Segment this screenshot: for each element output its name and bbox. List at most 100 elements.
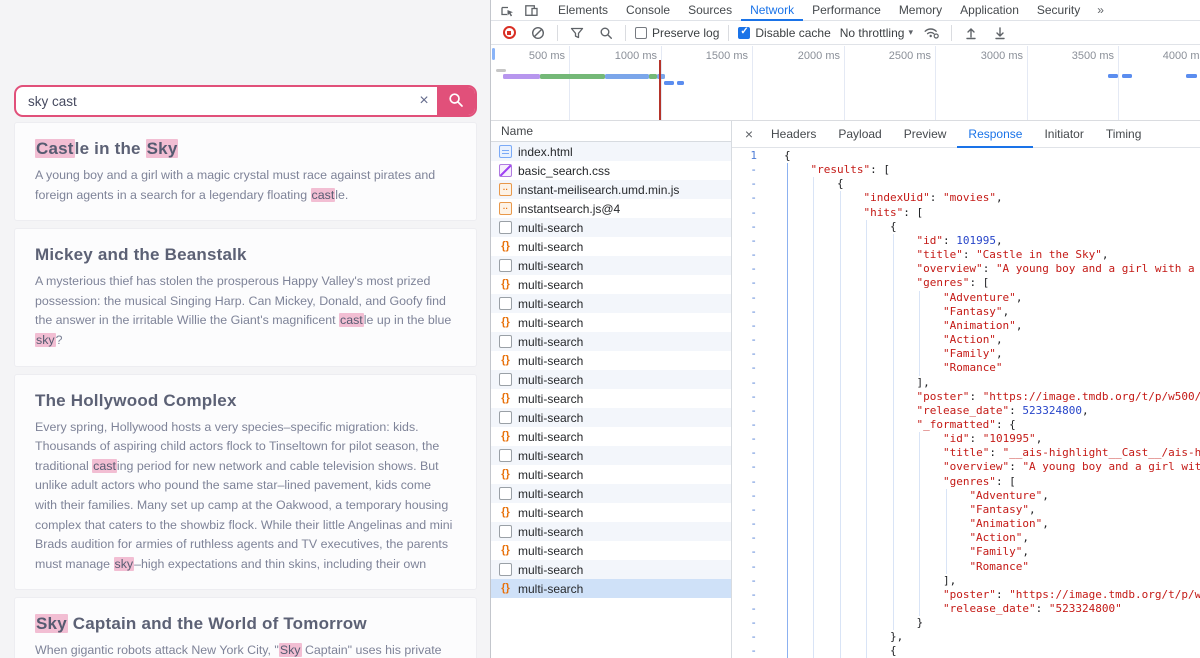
line-number-gutter: - [732, 404, 766, 418]
devtools-tab-sources[interactable]: Sources [679, 0, 741, 21]
search-hit-card[interactable]: Castle in the SkyA young boy and a girl … [14, 122, 477, 221]
detail-tab-initiator[interactable]: Initiator [1033, 121, 1094, 148]
record-network-log-button[interactable] [499, 24, 519, 42]
overview-drag-handle[interactable] [492, 48, 495, 60]
search-network-icon[interactable] [596, 24, 616, 42]
network-request-row[interactable]: {}multi-search [491, 503, 731, 522]
text-segment: When gigantic robots attack New York Cit… [35, 643, 279, 657]
network-request-row[interactable]: {}multi-search [491, 237, 731, 256]
preserve-log-checkbox[interactable]: Preserve log [635, 26, 719, 40]
network-request-row[interactable]: {}multi-search [491, 465, 731, 484]
network-request-row[interactable]: multi-search [491, 256, 731, 275]
indent-guide [866, 460, 867, 474]
response-json-viewer[interactable]: 1{- "results": [- {- "indexUid": "movies… [732, 148, 1200, 658]
request-name: multi-search [518, 563, 583, 577]
network-request-row[interactable]: ··instantsearch.js@4 [491, 199, 731, 218]
network-overview-timeline[interactable]: 500 ms1000 ms1500 ms2000 ms2500 ms3000 m… [491, 46, 1200, 121]
network-request-row[interactable]: multi-search [491, 522, 731, 541]
device-toolbar-icon[interactable] [521, 1, 541, 19]
indent-guide [787, 234, 788, 248]
indent-guide [946, 560, 947, 574]
request-name: multi-search [518, 278, 583, 292]
request-name: multi-search [518, 373, 583, 387]
devtools-tab-application[interactable]: Application [951, 0, 1028, 21]
network-request-row[interactable]: multi-search [491, 370, 731, 389]
indent-guide [840, 560, 841, 574]
network-request-row[interactable]: {}multi-search [491, 275, 731, 294]
request-name: multi-search [518, 468, 583, 482]
filter-icon[interactable] [567, 24, 587, 42]
devtools-tab-console[interactable]: Console [617, 0, 679, 21]
inspect-element-icon[interactable] [497, 1, 517, 19]
timeline-tick-label: 3500 ms [1072, 50, 1114, 62]
search-hit-card[interactable]: Mickey and the BeanstalkA mysterious thi… [14, 228, 477, 366]
stylesheet-file-icon [499, 164, 512, 177]
detail-tabs-holder: HeadersPayloadPreviewResponseInitiatorTi… [760, 121, 1152, 148]
highlighted-match: Sky [279, 643, 302, 657]
throttling-dropdown[interactable]: No throttling ▾ [840, 26, 913, 40]
network-request-row[interactable]: basic_search.css [491, 161, 731, 180]
detail-tab-payload[interactable]: Payload [827, 121, 892, 148]
response-line: - "Adventure", [732, 291, 1200, 305]
waterfall-bar [496, 69, 506, 72]
network-request-row[interactable]: multi-search [491, 294, 731, 313]
fetch-file-icon: {} [499, 582, 512, 595]
highlighted-match: Sky [35, 614, 68, 633]
search-submit-button[interactable] [437, 87, 475, 115]
search-hit-card[interactable]: The Hollywood ComplexEvery spring, Holly… [14, 374, 477, 591]
network-request-row[interactable]: index.html [491, 142, 731, 161]
indent-guide [840, 206, 841, 220]
hit-title: Mickey and the Beanstalk [35, 245, 456, 265]
indent-guide [893, 319, 894, 333]
close-icon[interactable]: × [738, 126, 760, 142]
request-name: multi-search [518, 506, 583, 520]
network-request-row[interactable]: {}multi-search [491, 313, 731, 332]
timeline-tick-label: 500 ms [529, 50, 565, 62]
network-request-row[interactable]: {}multi-search [491, 579, 731, 598]
clear-network-log-button[interactable] [528, 24, 548, 42]
indent-guide [813, 347, 814, 361]
export-har-icon[interactable] [990, 24, 1010, 42]
response-line: - "Fantasy", [732, 305, 1200, 319]
network-request-row[interactable]: multi-search [491, 408, 731, 427]
response-line: - "Action", [732, 333, 1200, 347]
indent-guide [787, 588, 788, 602]
search-input[interactable] [16, 87, 411, 115]
text-segment: Mickey and the Beanstalk [35, 245, 247, 264]
network-request-row[interactable]: {}multi-search [491, 427, 731, 446]
detail-tab-response[interactable]: Response [957, 121, 1033, 148]
indent-guide [840, 630, 841, 644]
network-request-row[interactable]: ··instant-meilisearch.umd.min.js [491, 180, 731, 199]
network-request-row[interactable]: multi-search [491, 218, 731, 237]
devtools-tab-security[interactable]: Security [1028, 0, 1089, 21]
indent-guide [919, 333, 920, 347]
network-request-row[interactable]: multi-search [491, 332, 731, 351]
detail-tab-preview[interactable]: Preview [893, 121, 958, 148]
network-conditions-icon[interactable] [922, 24, 942, 42]
indent-guide [840, 574, 841, 588]
devtools-tab-network[interactable]: Network [741, 0, 803, 21]
network-request-row[interactable]: {}multi-search [491, 389, 731, 408]
detail-tab-timing[interactable]: Timing [1095, 121, 1153, 148]
network-request-row[interactable]: multi-search [491, 560, 731, 579]
response-line: - "release_date": 523324800, [732, 404, 1200, 418]
network-request-row[interactable]: multi-search [491, 446, 731, 465]
more-tabs-button[interactable]: » [1089, 3, 1113, 17]
text-segment: Captain and the World of Tomorrow [68, 614, 367, 633]
devtools-tab-elements[interactable]: Elements [549, 0, 617, 21]
network-request-row[interactable]: {}multi-search [491, 541, 731, 560]
detail-tab-headers[interactable]: Headers [760, 121, 827, 148]
devtools-tab-performance[interactable]: Performance [803, 0, 890, 21]
network-request-row[interactable]: multi-search [491, 484, 731, 503]
requests-name-column-header[interactable]: Name [491, 121, 731, 142]
search-clear-button[interactable]: × [411, 87, 437, 115]
indent-guide [840, 588, 841, 602]
indent-guide [893, 588, 894, 602]
highlighted-match: cast [92, 459, 117, 473]
search-hit-card[interactable]: Sky Captain and the World of Tomorrow Whe… [14, 597, 477, 658]
import-har-icon[interactable] [961, 24, 981, 42]
network-request-row[interactable]: {}multi-search [491, 351, 731, 370]
disable-cache-checkbox[interactable]: Disable cache [738, 26, 830, 40]
indent-guide [787, 319, 788, 333]
devtools-tab-memory[interactable]: Memory [890, 0, 951, 21]
